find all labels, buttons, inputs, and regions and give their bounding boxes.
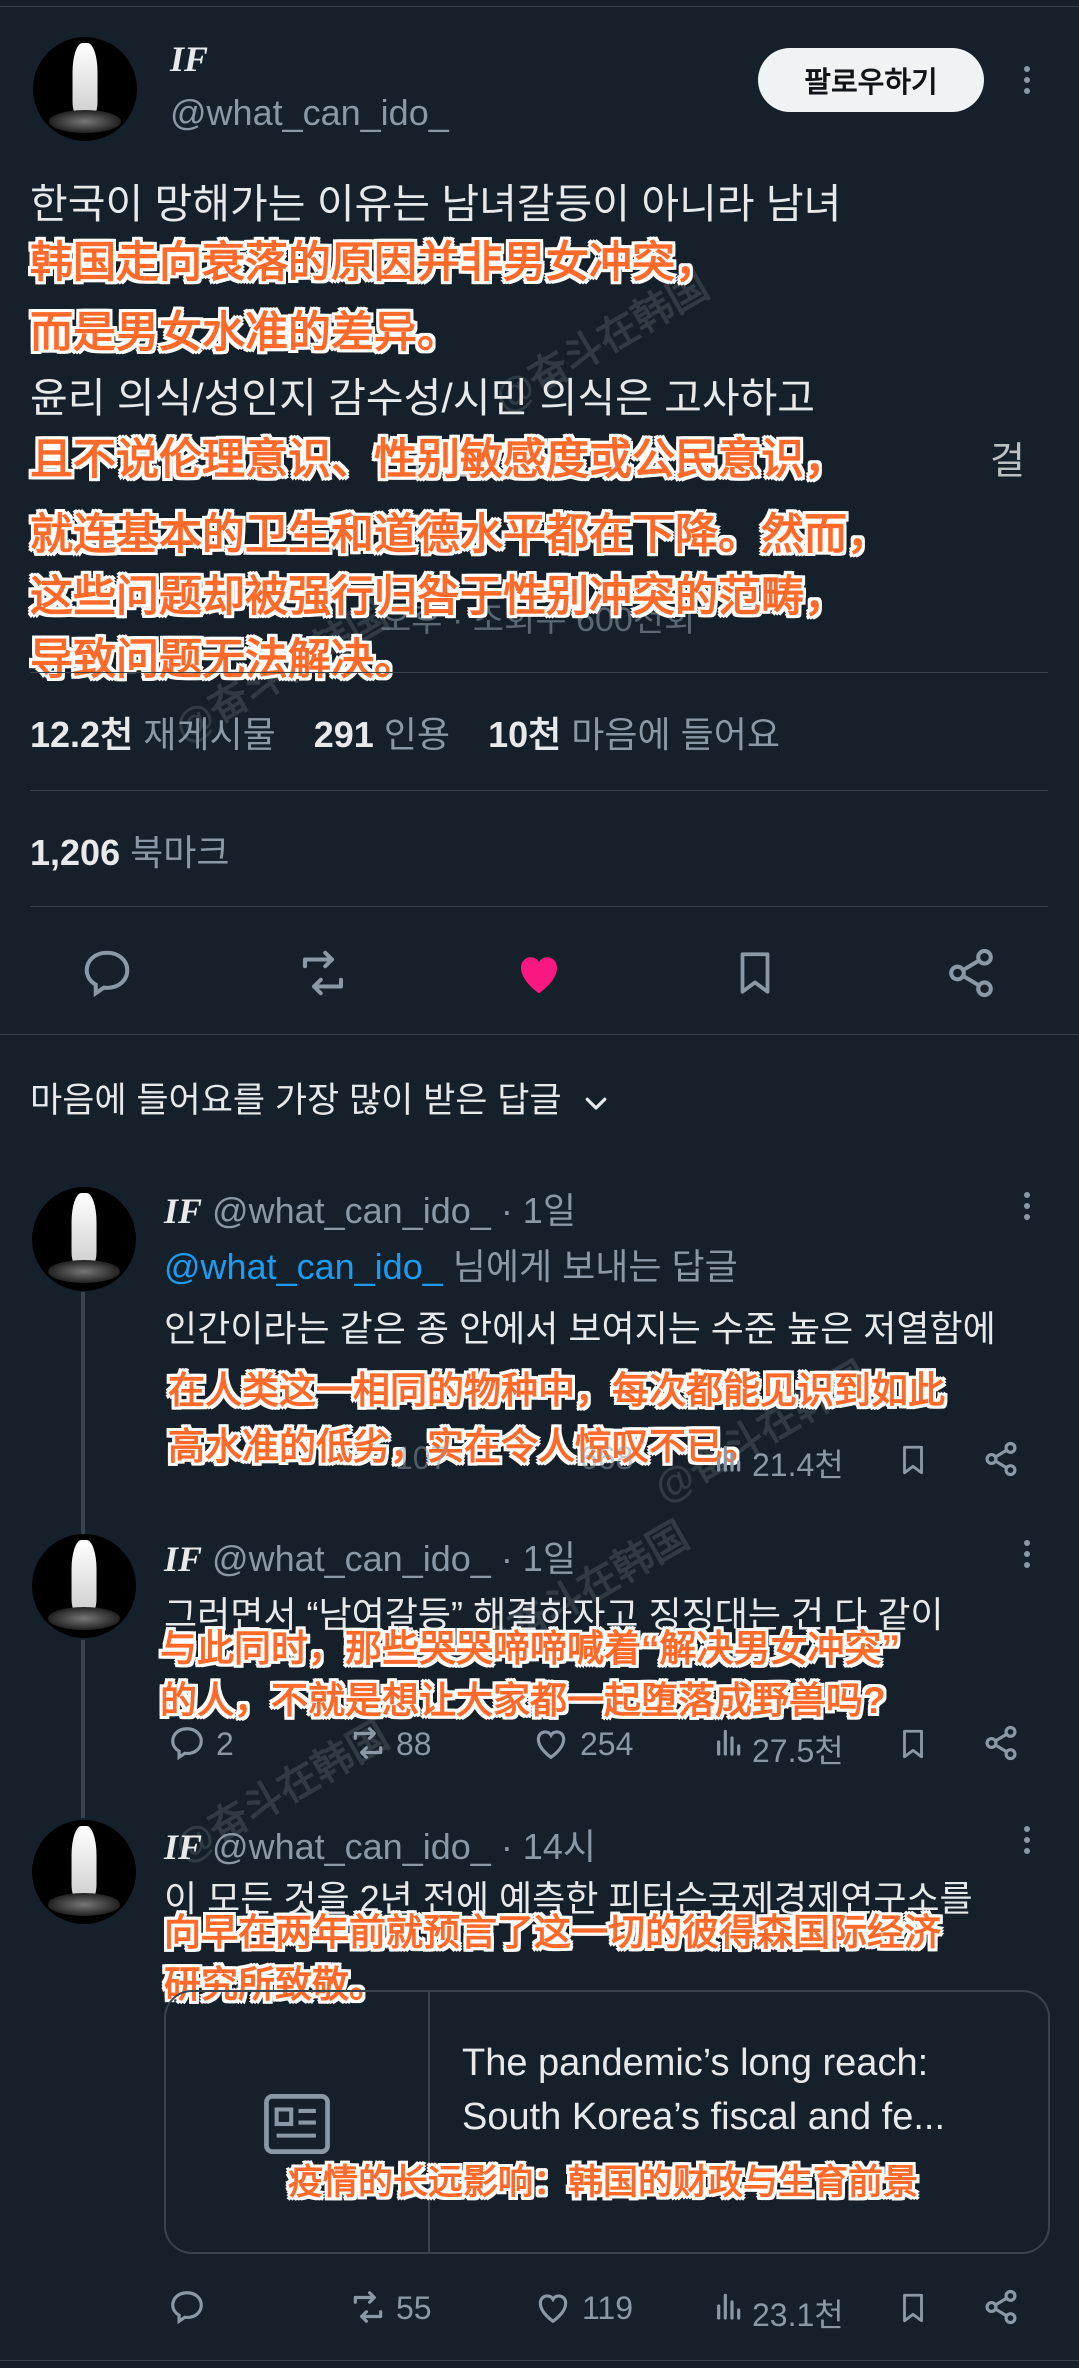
reply-time[interactable]: · 1일	[501, 1538, 576, 1579]
retweet-count[interactable]: 107	[395, 1440, 448, 1477]
reply-icon[interactable]	[80, 946, 134, 1000]
like-icon[interactable]	[532, 1724, 570, 1762]
top-divider	[0, 6, 1079, 7]
avatar[interactable]	[32, 1820, 136, 1924]
author-name[interactable]: IF	[164, 1539, 202, 1579]
reply-time[interactable]: · 14시	[501, 1826, 596, 1867]
reply-text: 인간이라는 같은 종 안에서 보여지는 수준 높은 저열함에	[164, 1308, 996, 1349]
like-count[interactable]: 254	[580, 1726, 633, 1763]
author-handle[interactable]: @what_can_ido_	[212, 1538, 491, 1579]
translation-overlay: 而是男女水准的差异。	[30, 309, 460, 357]
translation-overlay: 高水准的低劣，实在令人惊叹不已。	[168, 1426, 760, 1467]
thread-line	[81, 1292, 85, 1540]
views-icon[interactable]	[712, 2288, 744, 2324]
author-handle[interactable]: @what_can_ido_	[212, 1826, 491, 1867]
chevron-down-icon	[585, 1097, 607, 1110]
share-icon[interactable]	[944, 946, 998, 1000]
bookmarks-count[interactable]: 1,206 북마크	[30, 824, 229, 876]
avatar[interactable]	[32, 1187, 136, 1291]
translation-overlay: 这些问题却被强行归咎于性别冲突的范畴，	[30, 573, 847, 621]
translation-overlay: 与此同时，那些哭哭啼啼喊着“解决男女冲突”	[160, 1628, 900, 1669]
divider	[30, 672, 1048, 673]
views-count[interactable]: 21.4천	[752, 1440, 844, 1486]
follow-button[interactable]: 팔로우하기	[758, 48, 984, 112]
share-icon[interactable]	[982, 1440, 1020, 1478]
like-count[interactable]: 668	[580, 1440, 633, 1477]
translation-overlay: 就连基本的卫生和道德水平都在下降。然而，	[30, 511, 890, 559]
tweet-text-fragment: 걸	[990, 441, 1025, 483]
stats-row: 12.2천 재게시물 291 인용 10천 마음에 들어요	[30, 706, 780, 758]
link-card[interactable]: The pandemic’s long reach: South Korea’s…	[164, 1990, 1050, 2254]
retweet-icon[interactable]	[348, 1724, 388, 1762]
tweet-text-line-1: 한국이 망해가는 이유는 남녀갈등이 아니라 남녀	[30, 181, 842, 227]
author-name[interactable]: IF	[164, 1827, 202, 1867]
quotes-count[interactable]: 291 인용	[314, 714, 450, 755]
author-name[interactable]: IF	[164, 1191, 202, 1231]
views-icon[interactable]	[712, 1440, 744, 1476]
author-name[interactable]: IF	[170, 38, 208, 80]
author-handle[interactable]: @what_can_ido_	[170, 92, 449, 134]
bookmark-icon[interactable]	[896, 2288, 930, 2328]
views-icon[interactable]	[712, 1724, 744, 1760]
translation-overlay: 且不说伦理意识、性别敏感度或公民意识，	[30, 436, 847, 484]
bookmark-icon[interactable]	[896, 1440, 930, 1480]
share-icon[interactable]	[982, 1724, 1020, 1762]
translation-overlay: 在人类这一相同的物种中，每次都能见识到如此	[168, 1370, 945, 1411]
tweet-text-line-2: 윤리 의식/성인지 감수성/시민 의식은 고사하고	[30, 375, 816, 421]
divider	[0, 1034, 1079, 1035]
like-icon[interactable]	[512, 946, 566, 1000]
translation-overlay: 向早在两年前就预言了这一切的彼得森国际经济	[164, 1912, 941, 1953]
reply-header: IF @what_can_ido_ · 1일	[164, 1530, 576, 1582]
more-options-icon[interactable]	[1024, 1192, 1032, 1225]
retweet-count[interactable]: 55	[396, 2290, 432, 2327]
article-icon	[264, 2094, 330, 2154]
reply-icon[interactable]	[168, 1724, 206, 1762]
like-icon[interactable]	[534, 2288, 572, 2326]
divider	[30, 906, 1048, 907]
retweet-icon[interactable]	[348, 2288, 388, 2326]
translation-overlay: 韩国走向衰落的原因并非男女冲突，	[30, 239, 718, 287]
translation-overlay: 的人，不就是想让大家都一起堕落成野兽吗?	[160, 1680, 886, 1721]
link-card-title: South Korea’s fiscal and fe...	[462, 2096, 946, 2138]
more-options-icon[interactable]	[1024, 66, 1032, 99]
divider	[30, 790, 1048, 791]
reply-icon[interactable]	[168, 2288, 206, 2326]
retweets-count[interactable]: 12.2천 재게시물	[30, 714, 276, 755]
like-count[interactable]: 119	[582, 2290, 633, 2327]
reply-sort-dropdown[interactable]: 마음에 들어요를 가장 많이 받은 답글	[30, 1072, 611, 1123]
bottom-divider	[0, 2360, 1079, 2361]
views-count[interactable]: 27.5천	[752, 1726, 844, 1772]
replying-to: @what_can_ido_ 님에게 보내는 답글	[164, 1246, 738, 1287]
bookmark-icon[interactable]	[730, 946, 780, 1000]
avatar[interactable]	[32, 1534, 136, 1638]
link-card-thumbnail	[166, 1992, 430, 2252]
reply-header: IF @what_can_ido_ · 14시	[164, 1818, 596, 1870]
mention-link[interactable]: @what_can_ido_	[164, 1246, 443, 1287]
more-options-icon[interactable]	[1024, 1826, 1032, 1859]
retweet-count[interactable]: 88	[396, 1726, 432, 1763]
more-options-icon[interactable]	[1024, 1540, 1032, 1573]
reply-count[interactable]: 2	[216, 1726, 234, 1763]
share-icon[interactable]	[982, 2288, 1020, 2326]
avatar[interactable]	[33, 37, 137, 141]
views-count[interactable]: 23.1천	[752, 2290, 844, 2336]
reply-header: IF @what_can_ido_ · 1일	[164, 1182, 576, 1234]
likes-count[interactable]: 10천 마음에 들어요	[488, 714, 780, 755]
link-card-title: The pandemic’s long reach:	[462, 2042, 929, 2084]
retweet-icon[interactable]	[295, 946, 351, 1000]
translation-overlay: 疫情的长远影响：韩国的财政与生育前景	[288, 2163, 919, 2202]
translation-overlay: 导致问题无法解决。	[30, 636, 417, 684]
reply-time[interactable]: · 1일	[501, 1190, 576, 1231]
author-handle[interactable]: @what_can_ido_	[212, 1190, 491, 1231]
thread-line	[81, 1640, 85, 1818]
bookmark-icon[interactable]	[896, 1724, 930, 1764]
